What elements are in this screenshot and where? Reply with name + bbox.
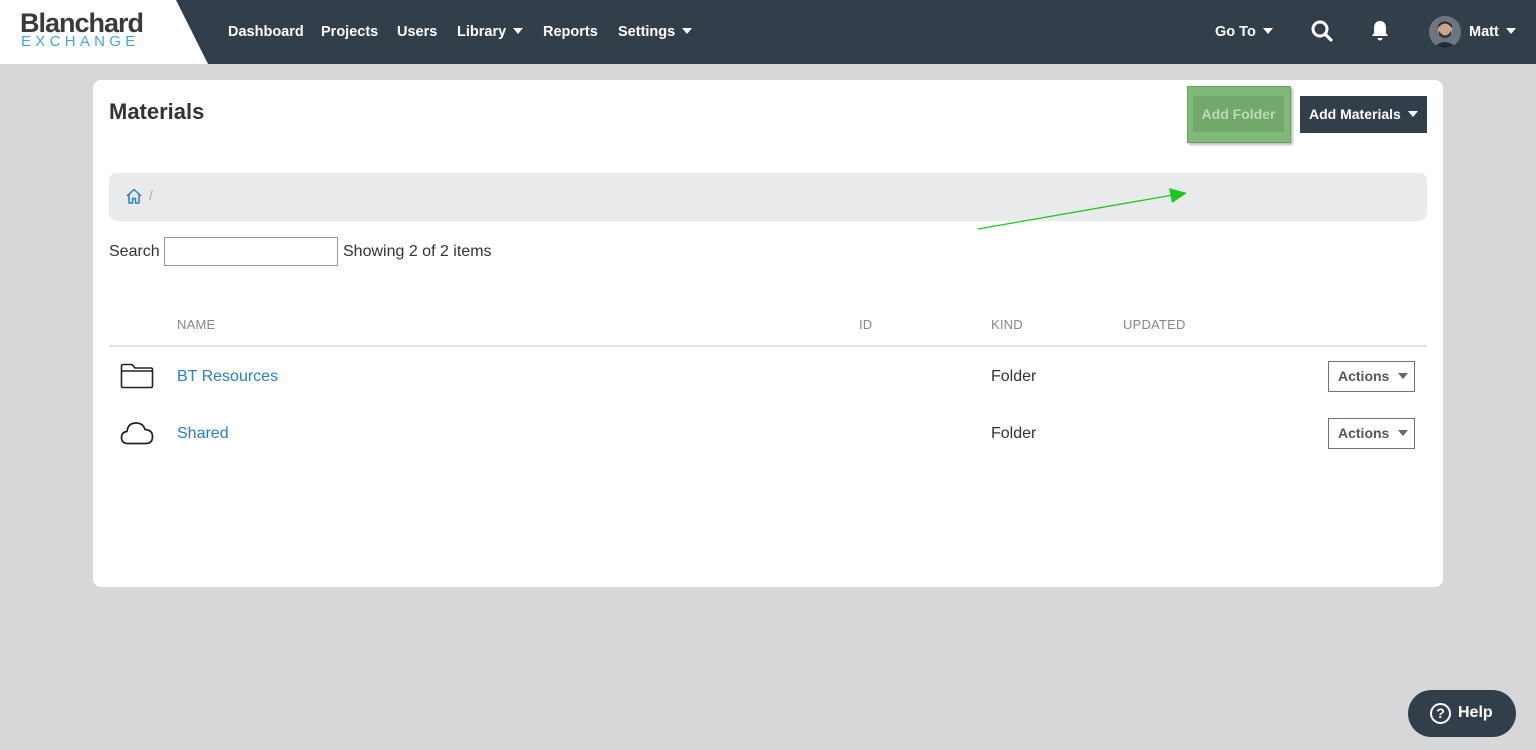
materials-card: Materials Add Folder Add Materials / Sea…: [93, 80, 1443, 587]
nav-library-label: Library: [457, 24, 507, 40]
table-row-name-link[interactable]: BT Resources: [177, 368, 278, 386]
chevron-down-icon: [1505, 28, 1516, 35]
nav-projects-label: Projects: [321, 24, 379, 40]
nav-library-dropdown[interactable]: Library: [457, 0, 524, 64]
nav-users[interactable]: Users: [397, 0, 437, 64]
row-actions-button[interactable]: Actions: [1328, 418, 1415, 449]
add-materials-label: Add Materials: [1309, 106, 1401, 122]
search-label: Search: [109, 243, 160, 260]
help-button[interactable]: ? Help: [1408, 690, 1516, 737]
question-icon: ?: [1430, 703, 1451, 724]
column-header-updated[interactable]: UPDATED: [1123, 317, 1186, 332]
help-label: Help: [1458, 704, 1493, 721]
search-icon[interactable]: [1310, 19, 1334, 43]
search-input[interactable]: [164, 237, 338, 266]
bell-icon[interactable]: [1368, 19, 1392, 43]
chevron-down-icon: [682, 28, 693, 35]
folder-icon: [120, 363, 154, 389]
nav-settings-label: Settings: [618, 24, 676, 40]
column-header-name[interactable]: NAME: [177, 317, 215, 332]
user-name: Matt: [1469, 24, 1499, 40]
breadcrumb-separator: /: [149, 187, 153, 203]
add-materials-button[interactable]: Add Materials: [1300, 96, 1427, 133]
add-folder-button[interactable]: Add Folder: [1193, 96, 1284, 132]
row-actions-label: Actions: [1338, 368, 1390, 384]
user-menu-dropdown[interactable]: Matt: [1469, 0, 1516, 64]
nav-reports[interactable]: Reports: [543, 0, 598, 64]
row-actions-button[interactable]: Actions: [1328, 361, 1415, 392]
brand-logo[interactable]: Blanchard EXCHANGE: [0, 0, 210, 64]
nav-dashboard-label: Dashboard: [228, 24, 304, 40]
column-header-kind[interactable]: KIND: [991, 317, 1023, 332]
logo-text-bottom: EXCHANGE: [21, 33, 140, 50]
nav-dashboard[interactable]: Dashboard: [228, 0, 304, 64]
row-actions-label: Actions: [1338, 425, 1390, 441]
items-count-status: Showing 2 of 2 items: [343, 243, 492, 260]
column-header-id[interactable]: ID: [859, 317, 872, 332]
nav-goto-label: Go To: [1215, 24, 1256, 40]
chevron-down-icon: [1262, 28, 1273, 35]
annotation-arrow: [977, 188, 1187, 230]
chevron-down-icon: [1398, 430, 1409, 437]
avatar[interactable]: [1429, 16, 1461, 48]
cloud-icon: [120, 420, 154, 446]
top-navbar: Blanchard EXCHANGE Dashboard Projects Us…: [0, 0, 1536, 64]
table-row-kind: Folder: [991, 425, 1037, 442]
chevron-down-icon: [1407, 111, 1418, 118]
table-row-name-link[interactable]: Shared: [177, 425, 229, 443]
nav-settings-dropdown[interactable]: Settings: [618, 0, 693, 64]
page-title: Materials: [109, 99, 205, 124]
table-row-kind: Folder: [991, 368, 1037, 385]
breadcrumb: /: [109, 173, 1427, 221]
chevron-down-icon: [1398, 373, 1409, 380]
nav-reports-label: Reports: [543, 24, 598, 40]
chevron-down-icon: [513, 28, 524, 35]
nav-users-label: Users: [397, 24, 438, 40]
nav-goto-dropdown[interactable]: Go To: [1215, 0, 1273, 64]
table-header-divider: [109, 345, 1427, 347]
nav-projects[interactable]: Projects: [321, 0, 378, 64]
home-icon[interactable]: [125, 187, 143, 205]
